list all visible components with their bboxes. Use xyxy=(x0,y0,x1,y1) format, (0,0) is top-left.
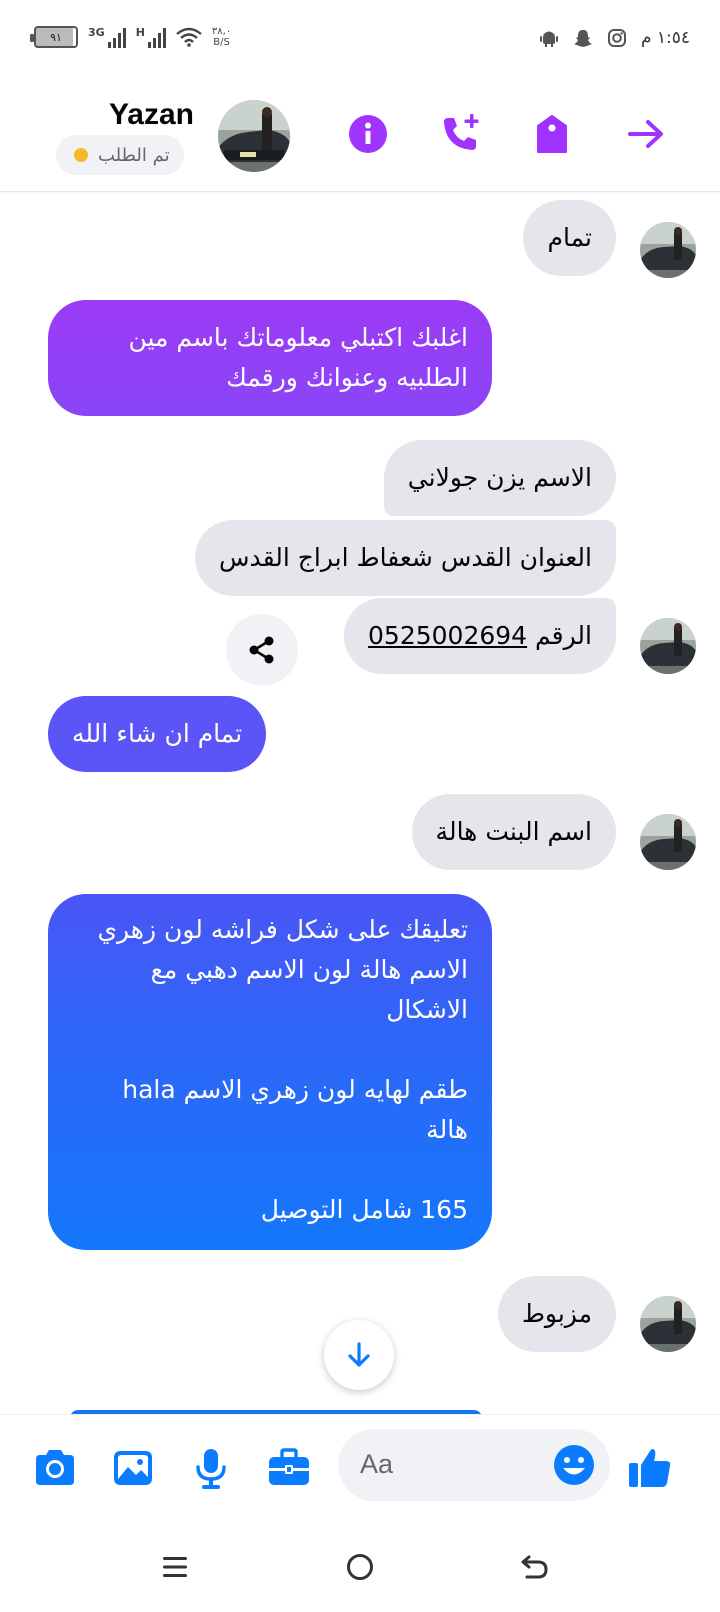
contact-avatar-small[interactable] xyxy=(640,222,696,278)
android-icon xyxy=(539,31,558,47)
microphone-icon[interactable] xyxy=(188,1445,234,1491)
share-button[interactable] xyxy=(226,614,298,686)
message-line: هالة xyxy=(426,1115,468,1144)
add-call-icon[interactable] xyxy=(438,112,482,156)
briefcase-icon[interactable] xyxy=(266,1445,312,1491)
gallery-icon[interactable] xyxy=(110,1445,156,1491)
contact-name[interactable]: Yazan xyxy=(109,98,194,132)
message-incoming[interactable]: الاسم يزن جولاني xyxy=(383,440,616,516)
share-icon xyxy=(249,636,274,664)
message-outgoing[interactable]: تمام ان شاء الله xyxy=(48,696,267,772)
message-incoming[interactable]: مزبوط xyxy=(497,1276,616,1352)
back-icon xyxy=(521,1555,548,1579)
status-text: تم الطلب xyxy=(98,144,170,166)
emoji-icon[interactable] xyxy=(552,1443,596,1487)
message-line: الاسم هالة لون الاسم دهبي مع xyxy=(150,955,468,984)
message-incoming[interactable]: اسم البنت هالة xyxy=(411,794,616,870)
info-icon[interactable] xyxy=(346,112,390,156)
status-dot-icon xyxy=(74,148,88,162)
battery-icon: ٩١ xyxy=(30,26,78,48)
scroll-to-bottom-button[interactable] xyxy=(324,1320,394,1390)
message-line: 165 شامل التوصيل xyxy=(260,1195,468,1224)
signal-h-icon: H xyxy=(136,26,166,48)
message-line: اغلبك اكتبلي معلوماتك باسم مين xyxy=(128,323,468,352)
message-line-blank xyxy=(72,1150,468,1190)
phone-number-link[interactable]: 0525002694 xyxy=(368,621,527,650)
contact-avatar[interactable] xyxy=(218,100,290,172)
recent-apps-button[interactable] xyxy=(150,1542,200,1592)
contact-avatar-small[interactable] xyxy=(640,814,696,870)
network-speed-value: ٣٨,٠ xyxy=(211,26,232,37)
recent-apps-icon xyxy=(163,1557,187,1577)
message-incoming[interactable]: تمام xyxy=(523,200,616,276)
message-input-placeholder: Aa xyxy=(360,1449,394,1479)
wifi-icon xyxy=(176,27,202,47)
network-label-3g: 3G xyxy=(88,26,105,39)
message-line-blank xyxy=(72,1030,468,1070)
network-speed-unit: B/S xyxy=(213,37,230,48)
thumbs-up-icon[interactable] xyxy=(626,1443,674,1491)
signal-3g-icon: 3G xyxy=(88,26,126,48)
message-line: تعليقك على شكل فراشه لون زهري xyxy=(97,915,468,944)
back-button[interactable] xyxy=(510,1542,560,1592)
order-status-badge[interactable]: تم الطلب xyxy=(56,135,184,175)
message-line: طقم لهايه لون زهري الاسم hala xyxy=(122,1075,468,1104)
phone-label: الرقم xyxy=(535,621,592,650)
tag-icon[interactable] xyxy=(530,112,574,156)
contact-avatar-small[interactable] xyxy=(640,1296,696,1352)
arrow-down-icon xyxy=(348,1342,370,1367)
chat-header: Yazan تم الطلب xyxy=(0,80,720,192)
message-incoming-phone[interactable]: الرقم 0525002694 xyxy=(344,598,616,674)
snapchat-icon xyxy=(573,30,592,47)
network-speed: ٣٨,٠ B/S xyxy=(212,26,231,48)
message-input[interactable]: Aa xyxy=(338,1429,610,1501)
instagram-icon xyxy=(607,29,626,47)
home-button[interactable] xyxy=(335,1542,385,1592)
status-bar: ٩١ 3G H ٣٨,٠ B/S ١:٥٤ م xyxy=(0,0,720,80)
battery-level: ٩١ xyxy=(50,30,62,44)
message-incoming[interactable]: العنوان القدس شعفاط ابراج القدس xyxy=(194,520,616,596)
system-nav-bar xyxy=(0,1524,720,1612)
camera-icon[interactable] xyxy=(32,1445,78,1491)
home-icon xyxy=(347,1554,373,1580)
forward-arrow-icon[interactable] xyxy=(624,112,668,156)
message-line: الاشكال xyxy=(386,995,468,1024)
message-outgoing[interactable]: اغلبك اكتبلي معلوماتك باسم مين الطلبيه و… xyxy=(48,300,492,416)
contact-avatar-small[interactable] xyxy=(640,618,696,674)
network-label-h: H xyxy=(135,26,145,39)
clock: ١:٥٤ م xyxy=(640,28,690,48)
message-line: الطلبيه وعنوانك ورقمك xyxy=(226,363,468,392)
message-outgoing[interactable]: تعليقك على شكل فراشه لون زهري الاسم هالة… xyxy=(48,894,492,1250)
message-composer: Aa xyxy=(0,1414,720,1524)
